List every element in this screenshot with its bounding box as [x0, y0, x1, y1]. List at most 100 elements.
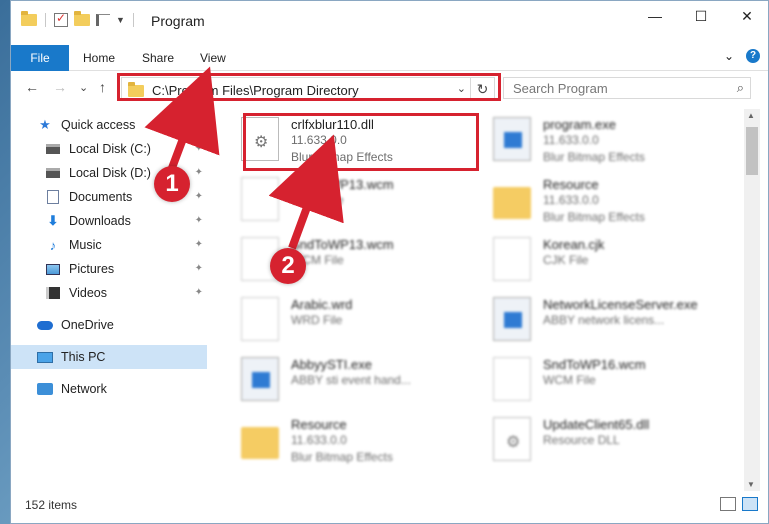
minimize-button[interactable]: — [632, 1, 678, 31]
tab-share[interactable]: Share [142, 45, 174, 71]
view-toggle [720, 497, 758, 511]
scroll-down-arrow-icon[interactable]: ▼ [747, 480, 755, 489]
pin-icon[interactable]: ✦ [195, 143, 203, 154]
file-item[interactable]: Arabic.wrd WRD File [231, 291, 471, 347]
tab-home[interactable]: Home [83, 45, 115, 71]
file-name: Arabic.wrd [291, 297, 353, 312]
folder-icon [493, 187, 531, 219]
sidebar-item-local-disk-c[interactable]: Local Disk (C:) ✦ [11, 137, 207, 161]
sidebar-item-music[interactable]: ♪ Music ✦ [11, 233, 207, 257]
sidebar-item-quick-access[interactable]: ★ Quick access [11, 113, 207, 137]
file-name: AbbyySTI.exe [291, 357, 372, 372]
maximize-button[interactable]: ☐ [678, 1, 724, 31]
file-version: 11.633.0.0 [543, 133, 599, 147]
file-type: WRD File [291, 313, 343, 327]
file-icon [241, 297, 279, 341]
cloud-icon [37, 317, 53, 333]
file-item[interactable]: program.exe 11.633.0.0 Blur Bitmap Effec… [483, 111, 723, 167]
sidebar-item-label: Pictures [69, 262, 115, 276]
sidebar-item-videos[interactable]: Videos ✦ [11, 281, 207, 305]
file-name: NetworkLicenseServer.exe [543, 297, 698, 312]
customize-toolbar-chevron-icon[interactable]: ▼ [116, 15, 125, 25]
sidebar-item-label: Videos [69, 286, 107, 300]
recent-locations-chevron-icon[interactable]: ⌄ [79, 81, 88, 94]
file-description: Blur Bitmap Effects [543, 150, 645, 164]
ribbon-tabs: File Home Share View ⌄ ? [11, 45, 768, 71]
new-folder-icon[interactable] [74, 11, 90, 26]
file-item[interactable]: SndToWP13.wcm WCM File [231, 231, 471, 287]
sidebar-item-label: Network [61, 382, 107, 396]
star-icon: ★ [39, 117, 51, 132]
divider [132, 13, 134, 27]
file-item[interactable]: Resource 11.633.0.0 Blur Bitmap Effects [483, 171, 723, 227]
step-1-badge: 1 [154, 166, 190, 202]
sidebar-item-network[interactable]: Network [11, 377, 207, 401]
scroll-up-arrow-icon[interactable]: ▲ [747, 111, 755, 120]
file-item[interactable]: Resource 11.633.0.0 Blur Bitmap Effects [231, 411, 471, 467]
file-description: ABBY network licens... [543, 313, 665, 327]
file-type: WCM File [543, 373, 596, 387]
tab-view[interactable]: View [200, 45, 226, 71]
file-item[interactable]: AbbyySTI.exe ABBY sti event hand... [231, 351, 471, 407]
file-description: Blur Bitmap Effects [291, 450, 393, 464]
file-name: Resource [543, 177, 599, 192]
item-count: 152 items [25, 498, 78, 512]
file-icon [241, 177, 279, 221]
file-version: 11.633.0.0 [543, 193, 599, 207]
up-arrow-icon[interactable]: ↑ [99, 79, 106, 95]
pin-icon[interactable]: ✦ [195, 263, 203, 274]
exe-file-icon [493, 297, 531, 341]
target-file-highlight [243, 113, 479, 171]
sidebar-item-label: This PC [61, 350, 106, 364]
file-item[interactable]: UpdateClient65.dll Resource DLL [483, 411, 723, 467]
folder-icon [241, 427, 279, 459]
window-title: Program [151, 13, 205, 29]
file-name: SndToWP13.wcm [291, 237, 394, 252]
back-arrow-icon[interactable]: ← [25, 79, 39, 95]
scroll-thumb[interactable] [746, 127, 758, 175]
tiles-view-icon[interactable] [742, 497, 758, 511]
expand-ribbon-chevron-icon[interactable]: ⌄ [724, 49, 734, 63]
file-type: CJK File [543, 253, 589, 267]
search-input[interactable]: Search Program ⌕ [503, 77, 751, 99]
file-item[interactable]: SndToWP16.wcm WCM File [483, 351, 723, 407]
forward-arrow-icon[interactable]: → [53, 79, 67, 95]
exe-file-icon [241, 357, 279, 401]
sidebar-item-label: Local Disk (C:) [69, 142, 151, 156]
pin-icon[interactable]: ✦ [195, 239, 203, 250]
properties-icon[interactable] [96, 14, 110, 26]
sidebar-item-this-pc[interactable]: This PC [11, 345, 207, 369]
sidebar-item-downloads[interactable]: ⬇ Downloads ✦ [11, 209, 207, 233]
details-view-icon[interactable] [720, 497, 736, 511]
dll-file-icon [493, 417, 531, 461]
exe-file-icon [493, 117, 531, 161]
disk-icon [45, 141, 61, 157]
file-item[interactable]: NetworkLicenseServer.exe ABBY network li… [483, 291, 723, 347]
properties-check-icon[interactable] [54, 11, 68, 27]
videos-icon [45, 285, 61, 301]
pin-icon[interactable]: ✦ [195, 167, 203, 178]
file-name: SndToWP16.wcm [543, 357, 646, 372]
file-description: ABBY sti event hand... [291, 373, 411, 387]
vertical-scrollbar[interactable]: ▲ ▼ [744, 109, 760, 491]
search-icon[interactable]: ⌕ [737, 80, 744, 96]
close-button[interactable]: ✕ [724, 1, 768, 31]
pin-icon[interactable]: ✦ [195, 287, 203, 298]
explorer-window: ▼ Program — ☐ ✕ File Home Share View ⌄ ?… [10, 0, 769, 524]
file-icon [493, 357, 531, 401]
sidebar-item-onedrive[interactable]: OneDrive [11, 313, 207, 337]
computer-icon [37, 349, 53, 365]
sidebar-item-pictures[interactable]: Pictures ✦ [11, 257, 207, 281]
help-icon[interactable]: ? [746, 49, 760, 63]
window-controls: — ☐ ✕ [632, 1, 768, 31]
tab-file[interactable]: File [11, 45, 69, 71]
folder-icon[interactable] [21, 11, 37, 26]
file-item[interactable]: SndToWP13.wcm WCM File [231, 171, 471, 227]
pin-icon[interactable]: ✦ [195, 215, 203, 226]
divider [45, 13, 46, 27]
file-name: UpdateClient65.dll [543, 417, 650, 432]
pictures-icon [45, 261, 61, 277]
pin-icon[interactable]: ✦ [195, 191, 203, 202]
file-item[interactable]: Korean.cjk CJK File [483, 231, 723, 287]
file-name: Korean.cjk [543, 237, 605, 252]
